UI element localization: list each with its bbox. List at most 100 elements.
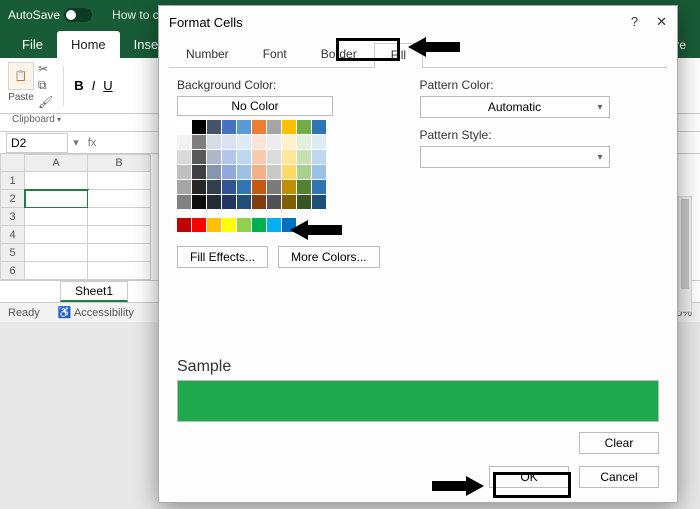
color-swatch[interactable] (252, 150, 266, 164)
color-swatch[interactable] (267, 218, 281, 232)
col-header[interactable]: A (25, 154, 88, 172)
color-swatch[interactable] (267, 135, 281, 149)
clipboard-group-label[interactable]: Clipboard (12, 114, 61, 125)
color-swatch[interactable] (267, 180, 281, 194)
select-all-corner[interactable] (0, 154, 25, 172)
color-swatch[interactable] (297, 195, 311, 209)
help-button[interactable]: ? (631, 14, 638, 30)
bold-button[interactable]: B (74, 78, 83, 93)
color-swatch[interactable] (312, 135, 326, 149)
sheet-tab[interactable]: Sheet1 (60, 281, 128, 302)
italic-button[interactable]: I (92, 78, 96, 93)
color-swatch[interactable] (237, 120, 251, 134)
color-swatch[interactable] (177, 135, 191, 149)
color-swatch[interactable] (192, 195, 206, 209)
color-swatch[interactable] (222, 180, 236, 194)
color-swatch[interactable] (297, 135, 311, 149)
cell[interactable] (25, 226, 88, 244)
color-swatch[interactable] (252, 165, 266, 179)
fx-icon[interactable]: fx (84, 137, 100, 149)
color-swatch[interactable] (237, 165, 251, 179)
color-swatch[interactable] (207, 195, 221, 209)
color-swatch[interactable] (267, 150, 281, 164)
color-swatch[interactable] (282, 165, 296, 179)
color-swatch[interactable] (267, 195, 281, 209)
color-swatch[interactable] (282, 180, 296, 194)
color-swatch[interactable] (312, 195, 326, 209)
row-header[interactable]: 2 (0, 190, 25, 208)
cell[interactable] (88, 244, 151, 262)
more-colors-button[interactable]: More Colors... (278, 246, 379, 268)
color-swatch[interactable] (222, 135, 236, 149)
format-painter-icon[interactable]: 🖌 (38, 95, 53, 109)
color-swatch[interactable] (207, 150, 221, 164)
color-swatch[interactable] (177, 180, 191, 194)
fill-effects-button[interactable]: Fill Effects... (177, 246, 268, 268)
color-swatch[interactable] (312, 165, 326, 179)
color-swatch[interactable] (207, 135, 221, 149)
cell[interactable] (25, 244, 88, 262)
row-header[interactable]: 3 (0, 208, 25, 226)
color-swatch[interactable] (252, 120, 266, 134)
pattern-color-dropdown[interactable]: Automatic (420, 96, 610, 118)
color-swatch[interactable] (222, 218, 236, 232)
color-swatch[interactable] (222, 195, 236, 209)
cell-selected[interactable] (25, 190, 88, 208)
cell[interactable] (88, 226, 151, 244)
color-swatch[interactable] (297, 150, 311, 164)
clear-button[interactable]: Clear (579, 432, 659, 454)
color-swatch[interactable] (252, 180, 266, 194)
tab-file[interactable]: File (8, 31, 57, 58)
color-swatch[interactable] (192, 165, 206, 179)
color-swatch[interactable] (297, 180, 311, 194)
color-swatch[interactable] (192, 135, 206, 149)
color-swatch[interactable] (312, 120, 326, 134)
color-swatch[interactable] (192, 150, 206, 164)
color-swatch[interactable] (192, 120, 206, 134)
tab-fill[interactable]: Fill (374, 43, 423, 68)
tab-number[interactable]: Number (169, 42, 246, 67)
color-swatch[interactable] (237, 218, 251, 232)
color-swatch[interactable] (222, 150, 236, 164)
color-swatch[interactable] (282, 218, 296, 232)
color-swatch[interactable] (282, 150, 296, 164)
row-header[interactable]: 1 (0, 172, 25, 190)
cell[interactable] (88, 208, 151, 226)
vertical-scrollbar[interactable] (678, 196, 692, 312)
color-swatch[interactable] (237, 150, 251, 164)
color-swatch[interactable] (177, 120, 191, 134)
cell[interactable] (88, 190, 151, 208)
row-header[interactable]: 6 (0, 262, 25, 280)
color-swatch[interactable] (177, 165, 191, 179)
copy-icon[interactable]: ⧉ (38, 78, 53, 93)
cancel-button[interactable]: Cancel (579, 466, 659, 488)
color-swatch[interactable] (297, 120, 311, 134)
row-header[interactable]: 4 (0, 226, 25, 244)
tab-home[interactable]: Home (57, 31, 120, 58)
color-swatch[interactable] (267, 120, 281, 134)
color-swatch[interactable] (252, 135, 266, 149)
color-swatch[interactable] (222, 165, 236, 179)
color-swatch[interactable] (177, 218, 191, 232)
color-swatch[interactable] (192, 218, 206, 232)
cell[interactable] (25, 262, 88, 280)
autosave-toggle[interactable]: AutoSave (8, 8, 92, 22)
pattern-style-dropdown[interactable] (420, 146, 610, 168)
ok-button[interactable]: OK (489, 466, 569, 488)
color-swatch[interactable] (237, 195, 251, 209)
color-swatch[interactable] (207, 120, 221, 134)
color-swatch[interactable] (192, 180, 206, 194)
no-color-button[interactable]: No Color (177, 96, 333, 116)
color-swatch[interactable] (282, 195, 296, 209)
tab-font[interactable]: Font (246, 42, 304, 67)
cell[interactable] (88, 262, 151, 280)
color-swatch[interactable] (312, 150, 326, 164)
color-swatch[interactable] (237, 135, 251, 149)
color-swatch[interactable] (207, 180, 221, 194)
color-swatch[interactable] (177, 195, 191, 209)
cell[interactable] (88, 172, 151, 190)
paste-button[interactable]: 📋 Paste (8, 62, 34, 109)
color-swatch[interactable] (207, 218, 221, 232)
cell[interactable] (25, 208, 88, 226)
color-swatch[interactable] (252, 195, 266, 209)
